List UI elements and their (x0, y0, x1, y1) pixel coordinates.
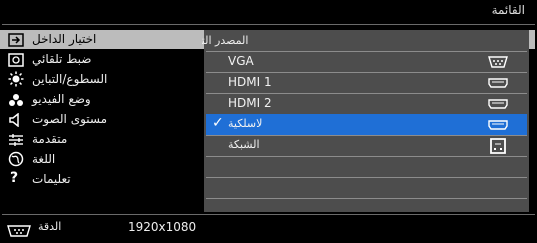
source-label: لاسلكية (228, 117, 263, 130)
source-label: HDMI 1 (228, 75, 272, 89)
menu-item-input-select[interactable]: اختيار الداخل (0, 30, 202, 49)
checkmark-icon: ✓ (212, 115, 224, 131)
empty-row (206, 156, 527, 177)
brightness-icon (8, 71, 24, 87)
menu-item-label: اختيار الداخل (32, 32, 97, 46)
menu-item-brightness[interactable]: السطوع/التباين (0, 70, 202, 89)
source-label: الشبكة (228, 138, 260, 151)
language-globe-icon (8, 151, 24, 167)
menu-item-label: ضبط تلقائي (32, 52, 92, 66)
menu-item-label: مستوى الصوت (32, 112, 108, 126)
status-footer: الدقة 1920x1080 (0, 218, 537, 240)
resolution-label: الدقة (38, 220, 62, 233)
hdmi-port-icon (487, 76, 509, 90)
vga-port-icon (487, 55, 509, 69)
video-mode-icon (8, 92, 24, 106)
source-row-hdmi2[interactable]: HDMI 2 (206, 93, 527, 114)
help-question-icon: ? (10, 170, 19, 186)
source-label: HDMI 2 (228, 96, 272, 110)
menu-item-video-mode[interactable]: وضع الفيديو (0, 90, 202, 109)
footer-divider (2, 214, 535, 215)
projector-osd: القائمة المصدر التلقائي VGA HDMI 1 HDMI … (0, 0, 537, 243)
page-title: القائمة (491, 3, 525, 17)
hdmi-port-icon (487, 118, 509, 132)
submenu-panel: المصدر التلقائي VGA HDMI 1 HDMI 2 ✓ لاسل… (177, 30, 529, 212)
network-icon (487, 138, 509, 154)
main-menu-list: اختيار الداخل ضبط تلقائي السطوع/التباين … (0, 30, 202, 210)
source-row-hdmi1[interactable]: HDMI 1 (206, 72, 527, 93)
menu-item-label: اللغة (32, 152, 56, 166)
auto-adjust-icon (8, 52, 24, 67)
menu-item-auto-adjust[interactable]: ضبط تلقائي (0, 50, 202, 69)
menu-item-help[interactable]: ? تعليمات (0, 170, 202, 189)
input-select-icon (8, 32, 24, 47)
source-row-vga[interactable]: VGA (206, 51, 527, 72)
source-label: VGA (228, 54, 254, 68)
source-row-wireless[interactable]: ✓ لاسلكية (206, 114, 527, 135)
empty-row (206, 177, 527, 198)
menu-item-label: السطوع/التباين (32, 72, 108, 86)
menu-item-label: وضع الفيديو (32, 92, 91, 106)
resolution-value: 1920x1080 (128, 220, 197, 234)
menu-item-advanced[interactable]: متقدمة (0, 130, 202, 149)
empty-row (206, 198, 527, 212)
menu-item-volume[interactable]: مستوى الصوت (0, 110, 202, 129)
advanced-settings-icon (8, 132, 24, 146)
vga-port-icon (6, 222, 32, 237)
source-row-network[interactable]: الشبكة (206, 135, 527, 156)
menu-item-language[interactable]: اللغة (0, 150, 202, 169)
speaker-icon (8, 112, 24, 128)
hdmi-port-icon (487, 97, 509, 111)
menu-item-label: متقدمة (32, 132, 68, 146)
menu-item-label: تعليمات (32, 172, 71, 186)
title-divider (2, 24, 535, 25)
